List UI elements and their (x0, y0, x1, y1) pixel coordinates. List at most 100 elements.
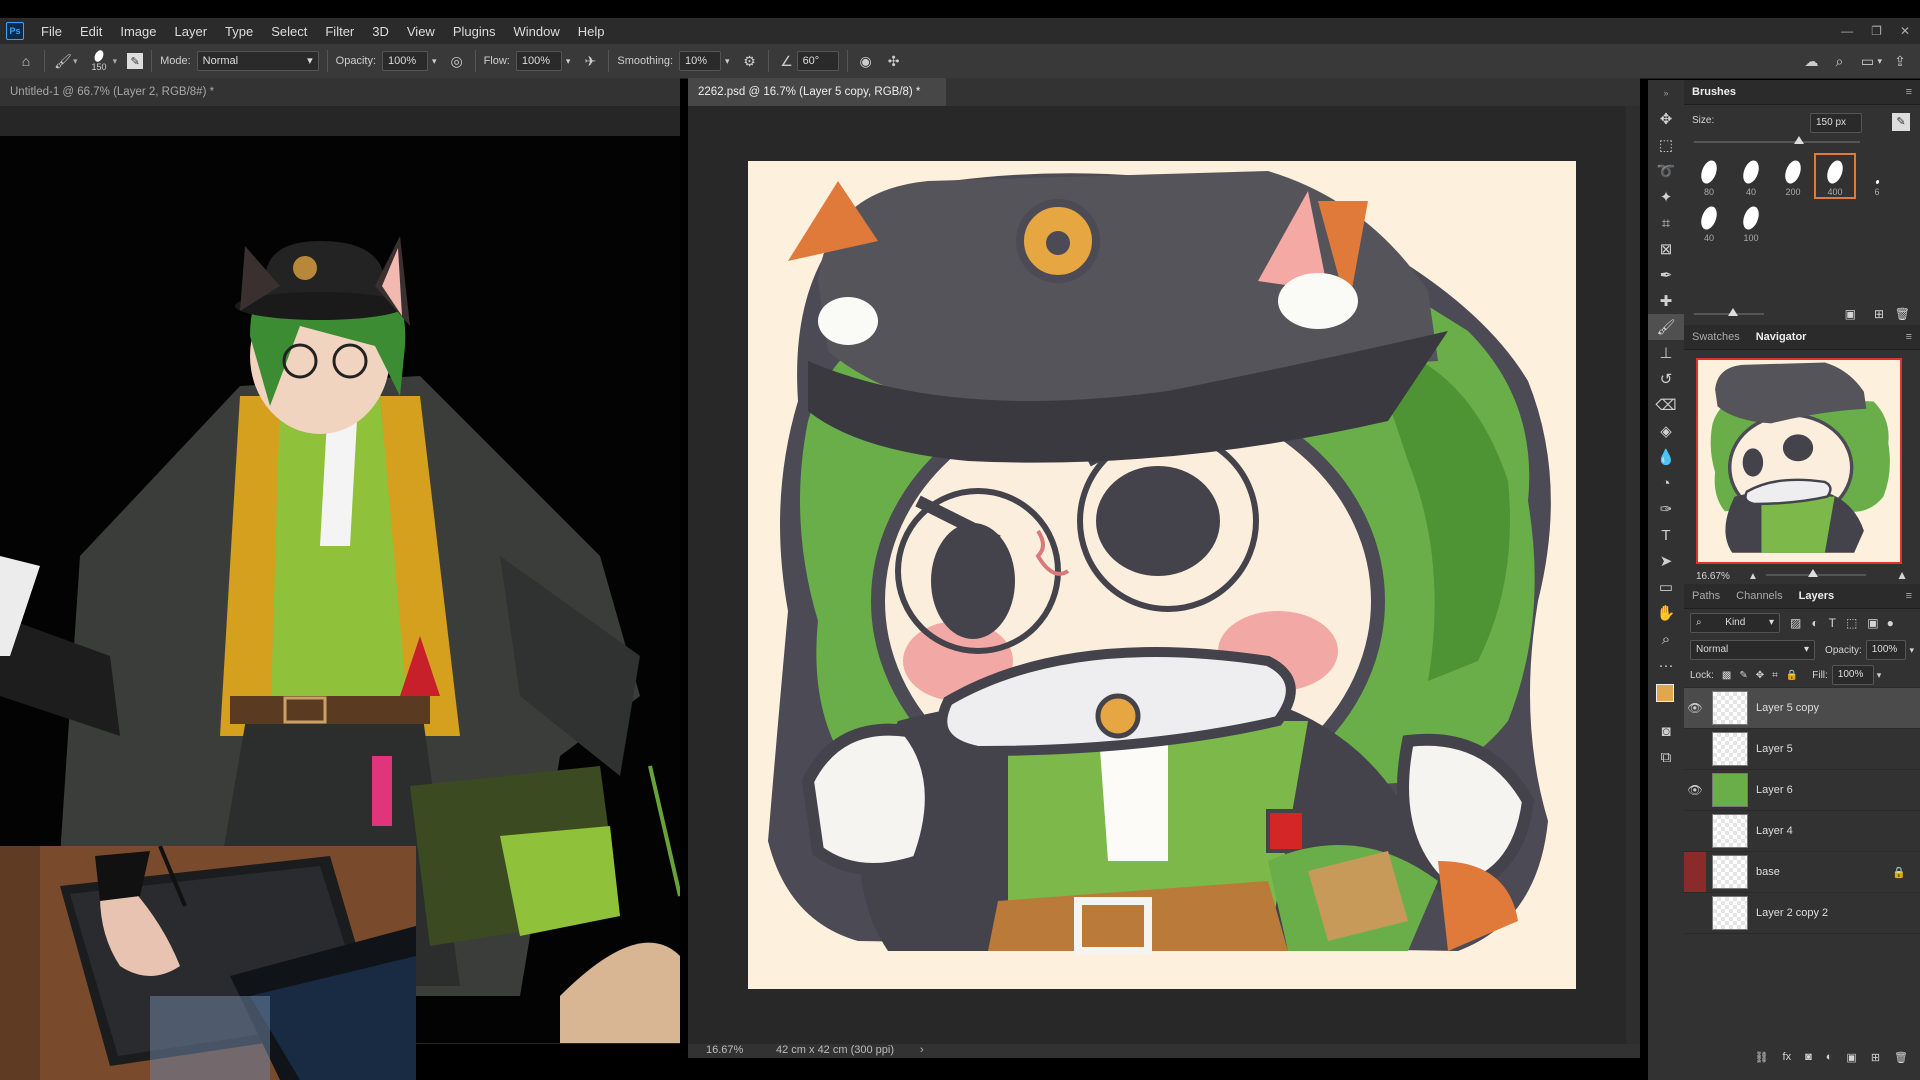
tool-preset-chevron-icon[interactable]: ▾ (73, 56, 78, 67)
gear-icon[interactable]: ⚙ (740, 51, 760, 71)
filter-type-icon[interactable]: T (1829, 616, 1836, 630)
visibility-off-box[interactable] (1684, 852, 1706, 892)
menu-type[interactable]: Type (216, 24, 262, 39)
search-icon[interactable]: ⌕ (1829, 51, 1849, 71)
brush-tool-icon[interactable]: 🖌 (53, 51, 73, 71)
blend-mode-select[interactable]: Normal ▾ (1690, 640, 1816, 660)
link-layers-icon[interactable]: ⛓ (1755, 1051, 1769, 1064)
brush-preview-slider[interactable] (1694, 308, 1764, 316)
menu-edit[interactable]: Edit (71, 24, 111, 39)
home-icon[interactable]: ⌂ (16, 51, 36, 71)
clone-stamp-tool-icon[interactable]: ⊥ (1648, 340, 1684, 366)
fill-input[interactable]: 100% (1831, 665, 1874, 685)
foreground-color-swatch[interactable] (1656, 684, 1674, 702)
history-brush-tool-icon[interactable]: ↺ (1648, 366, 1684, 392)
photoshop-logo-icon[interactable]: Ps (6, 22, 24, 40)
size-input[interactable]: 150 px (1810, 113, 1862, 133)
new-brush-icon[interactable]: ⊞ (1874, 307, 1884, 321)
size-slider[interactable] (1694, 136, 1860, 144)
move-tool-icon[interactable]: ✥ (1648, 106, 1684, 132)
opacity-chevron-icon[interactable]: ▾ (432, 56, 437, 67)
new-group-icon[interactable]: ▣ (1846, 1051, 1856, 1064)
trash-icon[interactable]: 🗑 (1895, 307, 1910, 321)
size-slider-handle[interactable] (1794, 136, 1804, 144)
brush-tip[interactable]: 40 (1690, 201, 1728, 243)
navigator-zoom-value[interactable]: 16.67% (1696, 571, 1730, 582)
lock-artboard-icon[interactable]: ⌗ (1772, 670, 1778, 681)
layer-name[interactable]: base (1756, 866, 1780, 878)
blur-tool-icon[interactable]: 💧 (1648, 444, 1684, 470)
chevron-down-icon[interactable]: ▾ (1909, 645, 1914, 656)
tab-layers[interactable]: Layers (1791, 590, 1842, 602)
layer-name[interactable]: Layer 2 copy 2 (1756, 907, 1828, 919)
zoom-in-icon[interactable]: ▲ (1896, 568, 1908, 582)
layer-name[interactable]: Layer 5 copy (1756, 702, 1819, 714)
panel-menu-icon[interactable]: ≡ (1898, 590, 1920, 602)
eyedropper-tool-icon[interactable]: ✒ (1648, 262, 1684, 288)
tab-channels[interactable]: Channels (1728, 590, 1790, 602)
zoom-level[interactable]: 16.67% (706, 1044, 743, 1056)
menu-image[interactable]: Image (111, 24, 165, 39)
type-tool-icon[interactable]: T (1648, 522, 1684, 548)
filter-toggle-icon[interactable]: ● (1887, 616, 1894, 630)
layer-opacity-input[interactable]: 100% (1865, 640, 1907, 660)
flow-chevron-icon[interactable]: ▾ (566, 56, 571, 67)
eraser-tool-icon[interactable]: ⌫ (1648, 392, 1684, 418)
close-icon[interactable]: ✕ (1900, 24, 1910, 38)
marquee-tool-icon[interactable]: ⬚ (1648, 132, 1684, 158)
smoothing-chevron-icon[interactable]: ▾ (725, 56, 730, 67)
brush-tool-icon[interactable]: 🖌 (1648, 314, 1684, 340)
restore-icon[interactable]: ❐ (1871, 24, 1882, 38)
menu-select[interactable]: Select (262, 24, 316, 39)
healing-brush-tool-icon[interactable]: ✚ (1648, 288, 1684, 314)
adjustment-layer-icon[interactable]: ◐ (1826, 1051, 1833, 1063)
panel-menu-icon[interactable]: ≡ (1898, 86, 1920, 98)
menu-view[interactable]: View (398, 24, 444, 39)
panel-menu-icon[interactable]: ≡ (1898, 331, 1920, 343)
lock-transparent-icon[interactable]: ▩ (1722, 670, 1731, 681)
crop-tool-icon[interactable]: ⌗ (1648, 210, 1684, 236)
frame-tool-icon[interactable]: ⊠ (1648, 236, 1684, 262)
quick-mask-icon[interactable]: ◙ (1648, 718, 1684, 744)
document-info[interactable]: 42 cm x 42 cm (300 ppi) (776, 1044, 894, 1056)
tab-paths[interactable]: Paths (1684, 590, 1728, 602)
add-mask-icon[interactable]: ◙ (1805, 1051, 1812, 1063)
lock-image-icon[interactable]: ✎ (1739, 670, 1747, 681)
paint-bucket-tool-icon[interactable]: ◈ (1648, 418, 1684, 444)
tab-swatches[interactable]: Swatches (1684, 331, 1748, 343)
brush-tip[interactable]: 6 (1858, 155, 1896, 197)
filter-shape-icon[interactable]: ⬚ (1846, 616, 1857, 630)
flow-input[interactable]: 100% (515, 51, 562, 71)
new-layer-icon[interactable]: ⊞ (1871, 1051, 1880, 1064)
menu-plugins[interactable]: Plugins (444, 24, 505, 39)
eye-icon[interactable]: 👁 (1684, 701, 1706, 715)
status-menu-arrow-icon[interactable]: › (920, 1044, 924, 1056)
brush-preset-picker[interactable]: 150 (92, 48, 107, 72)
lock-all-icon[interactable]: 🔒 (1786, 670, 1798, 681)
more-tools-icon[interactable]: ··· (1648, 652, 1684, 678)
tab-brushes[interactable]: Brushes (1684, 86, 1744, 98)
layer-row[interactable]: Layer 4 (1684, 811, 1920, 852)
menu-help[interactable]: Help (569, 24, 614, 39)
airbrush-icon[interactable]: ✈ (580, 51, 600, 71)
menu-window[interactable]: Window (504, 24, 568, 39)
brush-chevron-icon[interactable]: ▾ (113, 56, 118, 67)
zoom-out-icon[interactable]: ▲ (1748, 571, 1758, 582)
mode-select[interactable]: Normal ▾ (196, 51, 319, 71)
path-selection-tool-icon[interactable]: ➤ (1648, 548, 1684, 574)
layer-row[interactable]: 👁 Layer 6 (1684, 770, 1920, 811)
brush-tip[interactable]: 80 (1690, 155, 1728, 197)
menu-3d[interactable]: 3D (363, 24, 398, 39)
lasso-tool-icon[interactable]: ➰ (1648, 158, 1684, 184)
angle-input[interactable]: 60° (796, 51, 839, 71)
layer-row[interactable]: Layer 5 (1684, 729, 1920, 770)
filter-kind-select[interactable]: ⌕ Kind ▾ (1690, 613, 1780, 633)
eye-icon[interactable]: 👁 (1684, 783, 1706, 797)
trash-icon[interactable]: 🗑 (1894, 1051, 1908, 1064)
smoothing-input[interactable]: 10% (679, 51, 722, 71)
workspace-icon[interactable]: ▭ (1857, 51, 1877, 71)
brush-settings-icon[interactable]: ✎ (1892, 113, 1910, 131)
screen-mode-icon[interactable]: ⧉ (1648, 744, 1684, 770)
canvas-vertical-scrollbar[interactable] (1626, 106, 1640, 1044)
cloud-docs-icon[interactable]: ☁ (1801, 51, 1821, 71)
